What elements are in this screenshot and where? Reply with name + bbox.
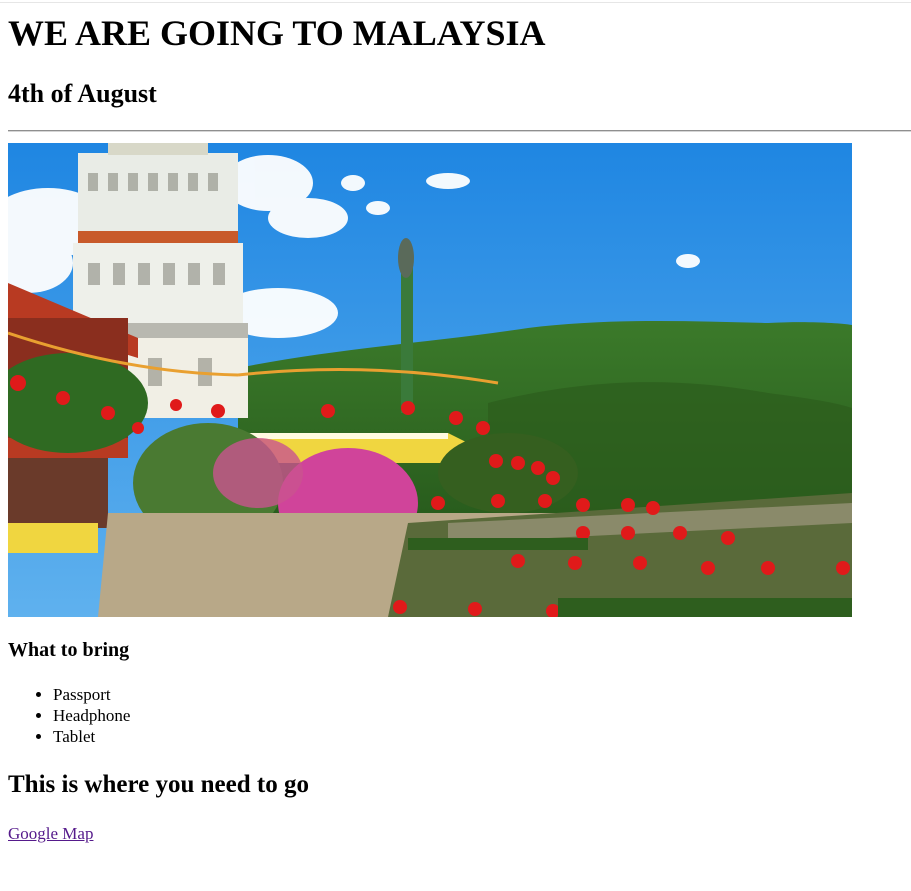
list-item: Headphone [53, 705, 130, 726]
trip-date: 4th of August [8, 79, 157, 108]
temple-photo [8, 143, 852, 617]
packing-list: Passport Headphone Tablet [8, 684, 130, 747]
horizontal-rule [8, 130, 911, 132]
google-map-link[interactable]: Google Map [8, 823, 93, 844]
top-border [0, 2, 911, 3]
list-item: Tablet [53, 726, 130, 747]
location-heading: This is where you need to go [8, 771, 309, 798]
page-title: WE ARE GOING TO MALAYSIA [8, 13, 546, 53]
list-item: Passport [53, 684, 130, 705]
packing-heading: What to bring [8, 639, 130, 661]
